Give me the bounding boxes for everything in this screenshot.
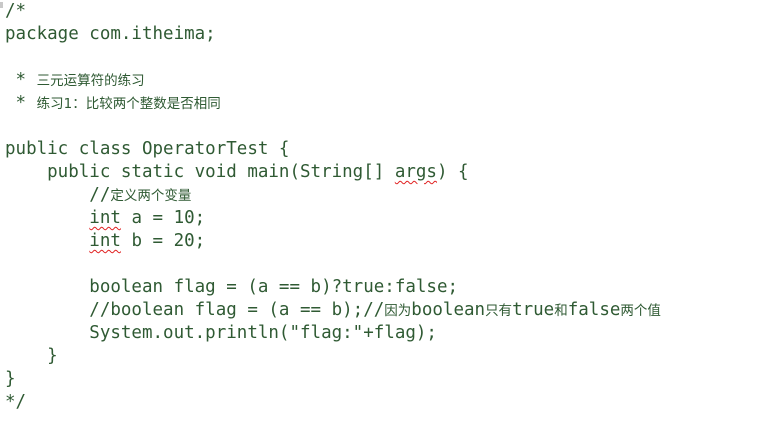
code-line-close-method: } (5, 345, 58, 368)
code-editor[interactable]: /* package com.itheima; * 三元运算符的练习 * 练习1… (0, 0, 770, 426)
int-b-assignment: b = 20; (120, 231, 206, 251)
args-parameter: args (394, 162, 437, 182)
main-signature: public static void main(String[] (5, 162, 395, 182)
comment-slashes: // (5, 185, 111, 205)
class-declaration: public class OperatorTest { (5, 139, 290, 159)
comment-close: */ (5, 392, 27, 412)
code-line-main-method: public static void main(String[] args) { (5, 161, 469, 184)
code-line-commented-statement: //boolean flag = (a == b);//因为boolean只有t… (5, 299, 661, 322)
comment-word: boolean (411, 300, 486, 320)
code-line-close-class: } (5, 368, 16, 391)
println-statement: System.out.println("flag:"+flag); (5, 323, 437, 343)
int-keyword: int (89, 208, 121, 228)
code-line-int-b: int b = 20; (5, 230, 205, 253)
fold-marker (0, 2, 3, 8)
comment-text: 定义两个变量 (110, 188, 192, 204)
comment-word: true (512, 300, 555, 320)
code-line-package: package com.itheima; (5, 23, 216, 46)
comment-star: * (5, 70, 37, 90)
code-line-class-declaration: public class OperatorTest { (5, 138, 289, 161)
commented-code: //boolean flag = (a == b);// (5, 300, 385, 320)
comment-text: 两个值 (620, 303, 661, 319)
package-declaration: package com.itheima; (5, 24, 216, 44)
code-line-ternary: boolean flag = (a == b)?true:false; (5, 276, 458, 299)
closing-brace: } (5, 346, 58, 366)
code-line-println: System.out.println("flag:"+flag); (5, 322, 437, 345)
code-line-int-a: int a = 10; (5, 207, 205, 230)
comment-text: 练习1：比较两个整数是否相同 (36, 96, 221, 112)
comment-text: 三元运算符的练习 (36, 73, 145, 89)
code-line-comment-2: * 练习1：比较两个整数是否相同 (5, 92, 221, 115)
comment-text: 只有 (485, 303, 513, 319)
int-keyword: int (89, 231, 121, 251)
comment-open: /* (5, 1, 27, 21)
main-signature-end: ) { (436, 162, 469, 182)
comment-star: * (5, 93, 37, 113)
code-line-comment-open: /* (5, 0, 26, 23)
ternary-statement: boolean flag = (a == b)?true:false; (5, 277, 459, 297)
comment-word: false (567, 300, 621, 320)
code-line-comment-1: * 三元运算符的练习 (5, 69, 145, 92)
comment-text: 因为 (384, 303, 412, 319)
code-line-comment-close: */ (5, 391, 26, 414)
int-a-assignment: a = 10; (120, 208, 206, 228)
code-line-variable-comment: //定义两个变量 (5, 184, 191, 207)
comment-text: 和 (554, 303, 568, 319)
closing-brace: } (5, 369, 16, 389)
